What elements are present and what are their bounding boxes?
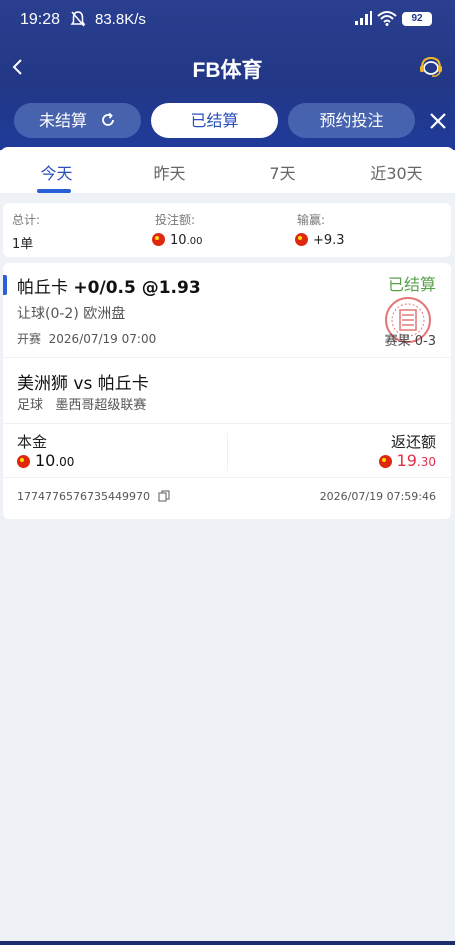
match-teams: 美洲狮 vs 帕丘卡	[17, 374, 149, 394]
bet-odds: +0/0.5 @1.93	[73, 278, 201, 298]
bet-selection: 帕丘卡 +0/0.5 @1.93	[17, 273, 201, 298]
stake-value: 10.00	[152, 233, 202, 248]
stake-int: 10	[170, 233, 187, 248]
league-name: 墨西哥超级联赛	[55, 398, 147, 413]
status-time: 19:28	[20, 11, 61, 28]
divider	[3, 357, 451, 358]
principal-value: 10.00	[17, 451, 74, 470]
order-time: 2026/07/19 07:59:46	[319, 490, 436, 503]
customer-service-icon[interactable]	[418, 54, 444, 80]
profit-label: 输赢:	[297, 213, 326, 227]
total-value: 1单	[12, 237, 34, 252]
bell-muted-icon	[70, 11, 86, 27]
battery-indicator: 92	[402, 12, 432, 26]
profit-value: +9.3	[295, 233, 345, 248]
start-time: 2026/07/19 07:00	[48, 332, 157, 346]
bet-team: 帕丘卡	[17, 278, 68, 298]
result-label: 赛果	[384, 334, 411, 349]
bet-status: 已结算	[387, 275, 436, 294]
tab-today[interactable]: 今天	[0, 160, 113, 184]
total-label: 总计:	[12, 213, 41, 227]
date-range-tabs: 今天 昨天 7天 近30天	[0, 147, 455, 193]
tab-unsettled-label: 未结算	[38, 111, 87, 130]
bet-card[interactable]: 帕丘卡 +0/0.5 @1.93 已结算 让球(0-2) 欧洲盘 开赛 2026…	[3, 263, 451, 519]
close-icon[interactable]	[428, 111, 448, 131]
order-id-value: 1774776576735449970	[17, 490, 150, 503]
tab-30-days[interactable]: 近30天	[340, 160, 453, 184]
bottom-edge	[0, 941, 455, 945]
divider	[3, 477, 451, 478]
bet-market: 让球(0-2) 欧洲盘	[17, 306, 126, 322]
refresh-icon[interactable]	[100, 112, 116, 128]
tab-yesterday[interactable]: 昨天	[113, 160, 226, 184]
cny-coin-icon	[152, 233, 165, 246]
signal-icon	[355, 11, 372, 25]
return-dec: .30	[416, 455, 436, 469]
return-label: 返还额	[390, 433, 436, 451]
profit-amount: +9.3	[313, 233, 345, 248]
cny-coin-icon	[17, 455, 30, 468]
tab-7-days[interactable]: 7天	[226, 160, 339, 184]
tab-settled-label: 已结算	[190, 111, 239, 130]
match-league: 足球 墨西哥超级联赛	[17, 394, 146, 413]
tab-settled[interactable]: 已结算	[151, 103, 278, 138]
stake-dec: .00	[186, 236, 203, 247]
principal-int: 10	[35, 451, 56, 470]
match-result: 赛果 0-3	[385, 330, 436, 349]
net-speed: 83.8K/s	[95, 11, 146, 28]
wifi-icon	[377, 11, 397, 26]
cny-coin-icon	[295, 233, 308, 246]
cny-coin-icon	[378, 455, 392, 468]
tab-scheduled-label: 预约投注	[319, 111, 384, 130]
return-int: 19	[396, 451, 417, 470]
settlement-filter-tabs: 未结算 已结算 预约投注	[0, 100, 455, 142]
card-accent-bar	[3, 275, 7, 295]
tab-unsettled[interactable]: 未结算	[14, 103, 141, 138]
divider	[3, 423, 451, 424]
vertical-divider	[227, 433, 228, 471]
start-label: 开赛	[17, 332, 42, 346]
active-tab-indicator	[37, 189, 71, 193]
status-bar: 19:28 83.8K/s 92	[0, 0, 455, 40]
sport-name: 足球	[17, 398, 44, 413]
match-start: 开赛 2026/07/19 07:00	[17, 330, 156, 347]
return-value: 19.30	[378, 451, 436, 470]
page-title: FB体育	[192, 59, 263, 82]
result-score: 0-3	[414, 334, 436, 349]
nav-bar: FB体育	[0, 44, 455, 90]
summary-panel: 总计: 1单 投注额: 10.00 输赢: +9.3	[3, 203, 451, 257]
principal-dec: .00	[55, 455, 75, 469]
stake-label: 投注额:	[155, 213, 196, 227]
copy-icon[interactable]	[158, 490, 171, 502]
tab-scheduled-bets[interactable]: 预约投注	[288, 103, 415, 138]
order-id: 1774776576735449970	[17, 490, 171, 503]
top-bar: 19:28 83.8K/s 92 FB体育 未结算 已结算 预约投注	[0, 0, 455, 150]
principal-label: 本金	[17, 433, 48, 451]
